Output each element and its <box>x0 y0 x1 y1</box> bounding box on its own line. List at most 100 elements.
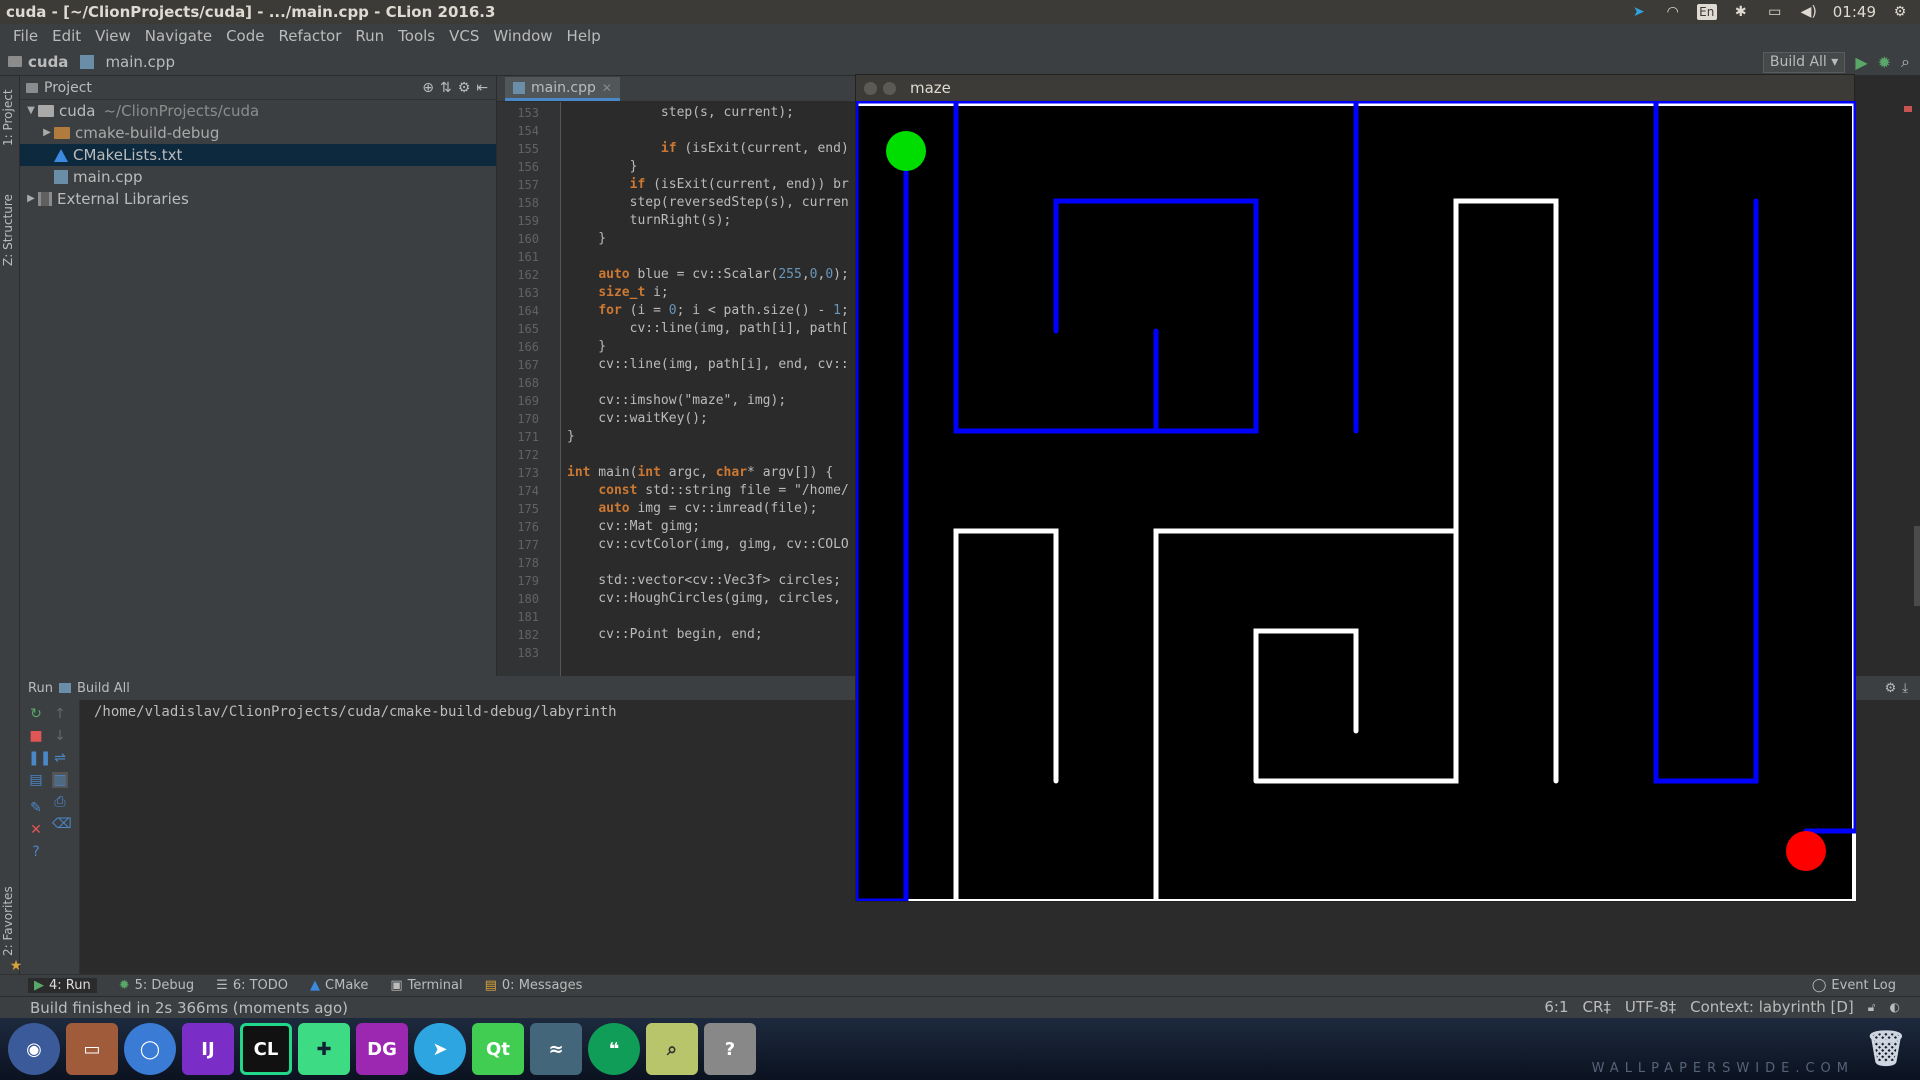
tool-todo[interactable]: ☰ 6: TODO <box>216 978 288 993</box>
dock-ubuntu-icon[interactable]: ◉ <box>8 1023 60 1075</box>
print-icon[interactable]: ⎙ <box>52 794 68 810</box>
tree-item-cmake-build-debug[interactable]: ▶ cmake-build-debug <box>20 122 496 144</box>
tree-item-cmakelists[interactable]: CMakeLists.txt <box>20 144 496 166</box>
tab-project[interactable]: 1: Project <box>1 89 15 146</box>
collapse-arrow-icon[interactable]: ▶ <box>24 188 38 210</box>
dock-qt-icon[interactable]: Qt <box>472 1023 524 1075</box>
bluetooth-icon[interactable]: ✱ <box>1731 4 1751 20</box>
trash-icon[interactable]: ⌫ <box>52 816 72 832</box>
error-stripe-marker[interactable] <box>1904 106 1912 112</box>
breadcrumb-file[interactable]: main.cpp <box>105 53 175 71</box>
close-icon[interactable]: ✕ <box>28 822 44 838</box>
tree-item-external-libraries[interactable]: ▶ External Libraries <box>20 188 496 210</box>
tool-debug[interactable]: ✹ 5: Debug <box>119 978 194 993</box>
gear-icon[interactable]: ⚙ <box>458 80 471 96</box>
tree-item-main-cpp[interactable]: main.cpp <box>20 166 496 188</box>
file-encoding[interactable]: UTF-8‡ <box>1625 998 1676 1016</box>
lock-icon[interactable]: 🔓︎ <box>1868 1000 1876 1015</box>
menu-view[interactable]: View <box>88 24 138 48</box>
maze-window-titlebar[interactable]: maze <box>856 75 1854 101</box>
maze-window[interactable]: maze <box>855 74 1856 902</box>
locate-icon[interactable]: ⊕ <box>422 80 434 96</box>
battery-icon[interactable]: ▭ <box>1765 4 1785 20</box>
menu-navigate[interactable]: Navigate <box>138 24 219 48</box>
tree-item-label: cmake-build-debug <box>75 124 220 142</box>
layout-icon[interactable]: ▤ <box>28 772 44 788</box>
dock-viewer-icon[interactable]: ⌕ <box>646 1023 698 1075</box>
menu-file[interactable]: File <box>6 24 45 48</box>
cmake-icon: ▲ <box>310 978 321 993</box>
pin-icon[interactable]: ✎ <box>28 800 44 816</box>
close-icon[interactable]: ✕ <box>602 76 612 100</box>
dock-datagrip-icon[interactable]: DG <box>356 1023 408 1075</box>
tree-item-label: cuda <box>59 102 96 120</box>
dock-hangouts-icon[interactable]: ❝ <box>588 1023 640 1075</box>
dock-mysql-icon[interactable]: ≈ <box>530 1023 582 1075</box>
inspector-icon[interactable]: ◐ <box>1890 1000 1900 1014</box>
tool-terminal[interactable]: ▣ Terminal <box>390 978 462 993</box>
dock-chrome-icon[interactable]: ◯ <box>124 1023 176 1075</box>
status-message[interactable]: Build finished in 2s 366ms (moments ago) <box>30 999 348 1017</box>
close-window-icon[interactable] <box>864 81 877 95</box>
hide-panel-icon[interactable]: ⤓ <box>1902 681 1920 696</box>
dock-files-icon[interactable]: ▭ <box>66 1023 118 1075</box>
project-panel-title[interactable]: Project <box>44 80 92 96</box>
stop-icon[interactable]: ■ <box>28 728 44 744</box>
line-number: 159 <box>517 214 539 228</box>
menu-edit[interactable]: Edit <box>45 24 88 48</box>
search-icon[interactable]: ⌕ <box>1901 52 1910 72</box>
line-separator[interactable]: CR‡ <box>1583 998 1611 1016</box>
wifi-icon[interactable]: ◠ <box>1663 4 1683 20</box>
tree-item-cuda[interactable]: ▼ cuda ~/ClionProjects/cuda <box>20 100 496 122</box>
context-selector[interactable]: Context: labyrinth [D] <box>1690 998 1854 1016</box>
caret-position[interactable]: 6:1 <box>1544 998 1568 1016</box>
dock-intellij-icon[interactable]: IJ <box>182 1023 234 1075</box>
scrollbar-thumb[interactable] <box>1914 526 1920 606</box>
clock[interactable]: 01:49 <box>1833 3 1876 21</box>
collapse-icon[interactable]: ⇅ <box>440 80 452 96</box>
hide-icon[interactable]: ⇤ <box>476 80 496 96</box>
menu-vcs[interactable]: VCS <box>442 24 486 48</box>
settings-gear-icon[interactable]: ⚙ <box>1890 4 1910 20</box>
collapse-arrow-icon[interactable]: ▶ <box>40 122 54 144</box>
expand-arrow-icon[interactable]: ▼ <box>24 100 38 122</box>
run-button[interactable]: ▶ <box>1855 53 1867 72</box>
soft-wrap-icon[interactable]: ⇌ <box>52 750 68 766</box>
rerun-icon[interactable]: ↻ <box>28 706 44 722</box>
line-number: 181 <box>517 610 539 624</box>
build-config-select[interactable]: Build All ▾ <box>1762 51 1846 73</box>
tool-run[interactable]: ▶ 4: Run <box>28 978 97 993</box>
menu-refactor[interactable]: Refactor <box>271 24 348 48</box>
breadcrumb-project[interactable]: cuda <box>28 53 68 71</box>
keyboard-lang[interactable]: En <box>1696 4 1717 20</box>
help-icon[interactable]: ? <box>28 844 44 860</box>
dock-trash-icon[interactable]: 🗑︎ <box>1860 1023 1912 1075</box>
telegram-icon[interactable]: ➤ <box>1629 4 1649 20</box>
dock-unknown-icon[interactable]: ? <box>704 1023 756 1075</box>
tab-main-cpp[interactable]: main.cpp ✕ <box>505 77 620 101</box>
tool-messages[interactable]: ▤ 0: Messages <box>485 978 583 993</box>
run-panel-title[interactable]: Run <box>28 681 53 696</box>
menu-window[interactable]: Window <box>486 24 559 48</box>
gear-icon[interactable]: ⚙ <box>1885 681 1897 696</box>
up-arrow-icon[interactable]: ↑ <box>52 706 68 722</box>
menu-tools[interactable]: Tools <box>391 24 442 48</box>
menu-code[interactable]: Code <box>219 24 271 48</box>
run-config-label[interactable]: Build All <box>77 681 130 696</box>
debug-button[interactable]: ✹ <box>1878 53 1891 72</box>
scroll-to-end-icon[interactable]: ▥ <box>52 772 68 788</box>
tab-structure[interactable]: Z: Structure <box>1 194 15 266</box>
tool-cmake[interactable]: ▲ CMake <box>310 978 368 993</box>
down-arrow-icon[interactable]: ↓ <box>52 728 68 744</box>
minimize-window-icon[interactable] <box>883 81 896 95</box>
tool-event-log[interactable]: ◯ Event Log <box>1812 978 1920 993</box>
menu-help[interactable]: Help <box>560 24 608 48</box>
dock-clion-icon[interactable]: CL <box>240 1023 292 1075</box>
dock-telegram-icon[interactable]: ➤ <box>414 1023 466 1075</box>
pause-icon[interactable]: ❚❚ <box>28 750 51 766</box>
dock-android-studio-icon[interactable]: ✚ <box>298 1023 350 1075</box>
volume-icon[interactable]: ◀) <box>1799 4 1819 20</box>
star-icon[interactable]: ★ <box>8 958 24 974</box>
menu-run[interactable]: Run <box>348 24 391 48</box>
tab-favorites[interactable]: 2: Favorites <box>1 886 15 956</box>
